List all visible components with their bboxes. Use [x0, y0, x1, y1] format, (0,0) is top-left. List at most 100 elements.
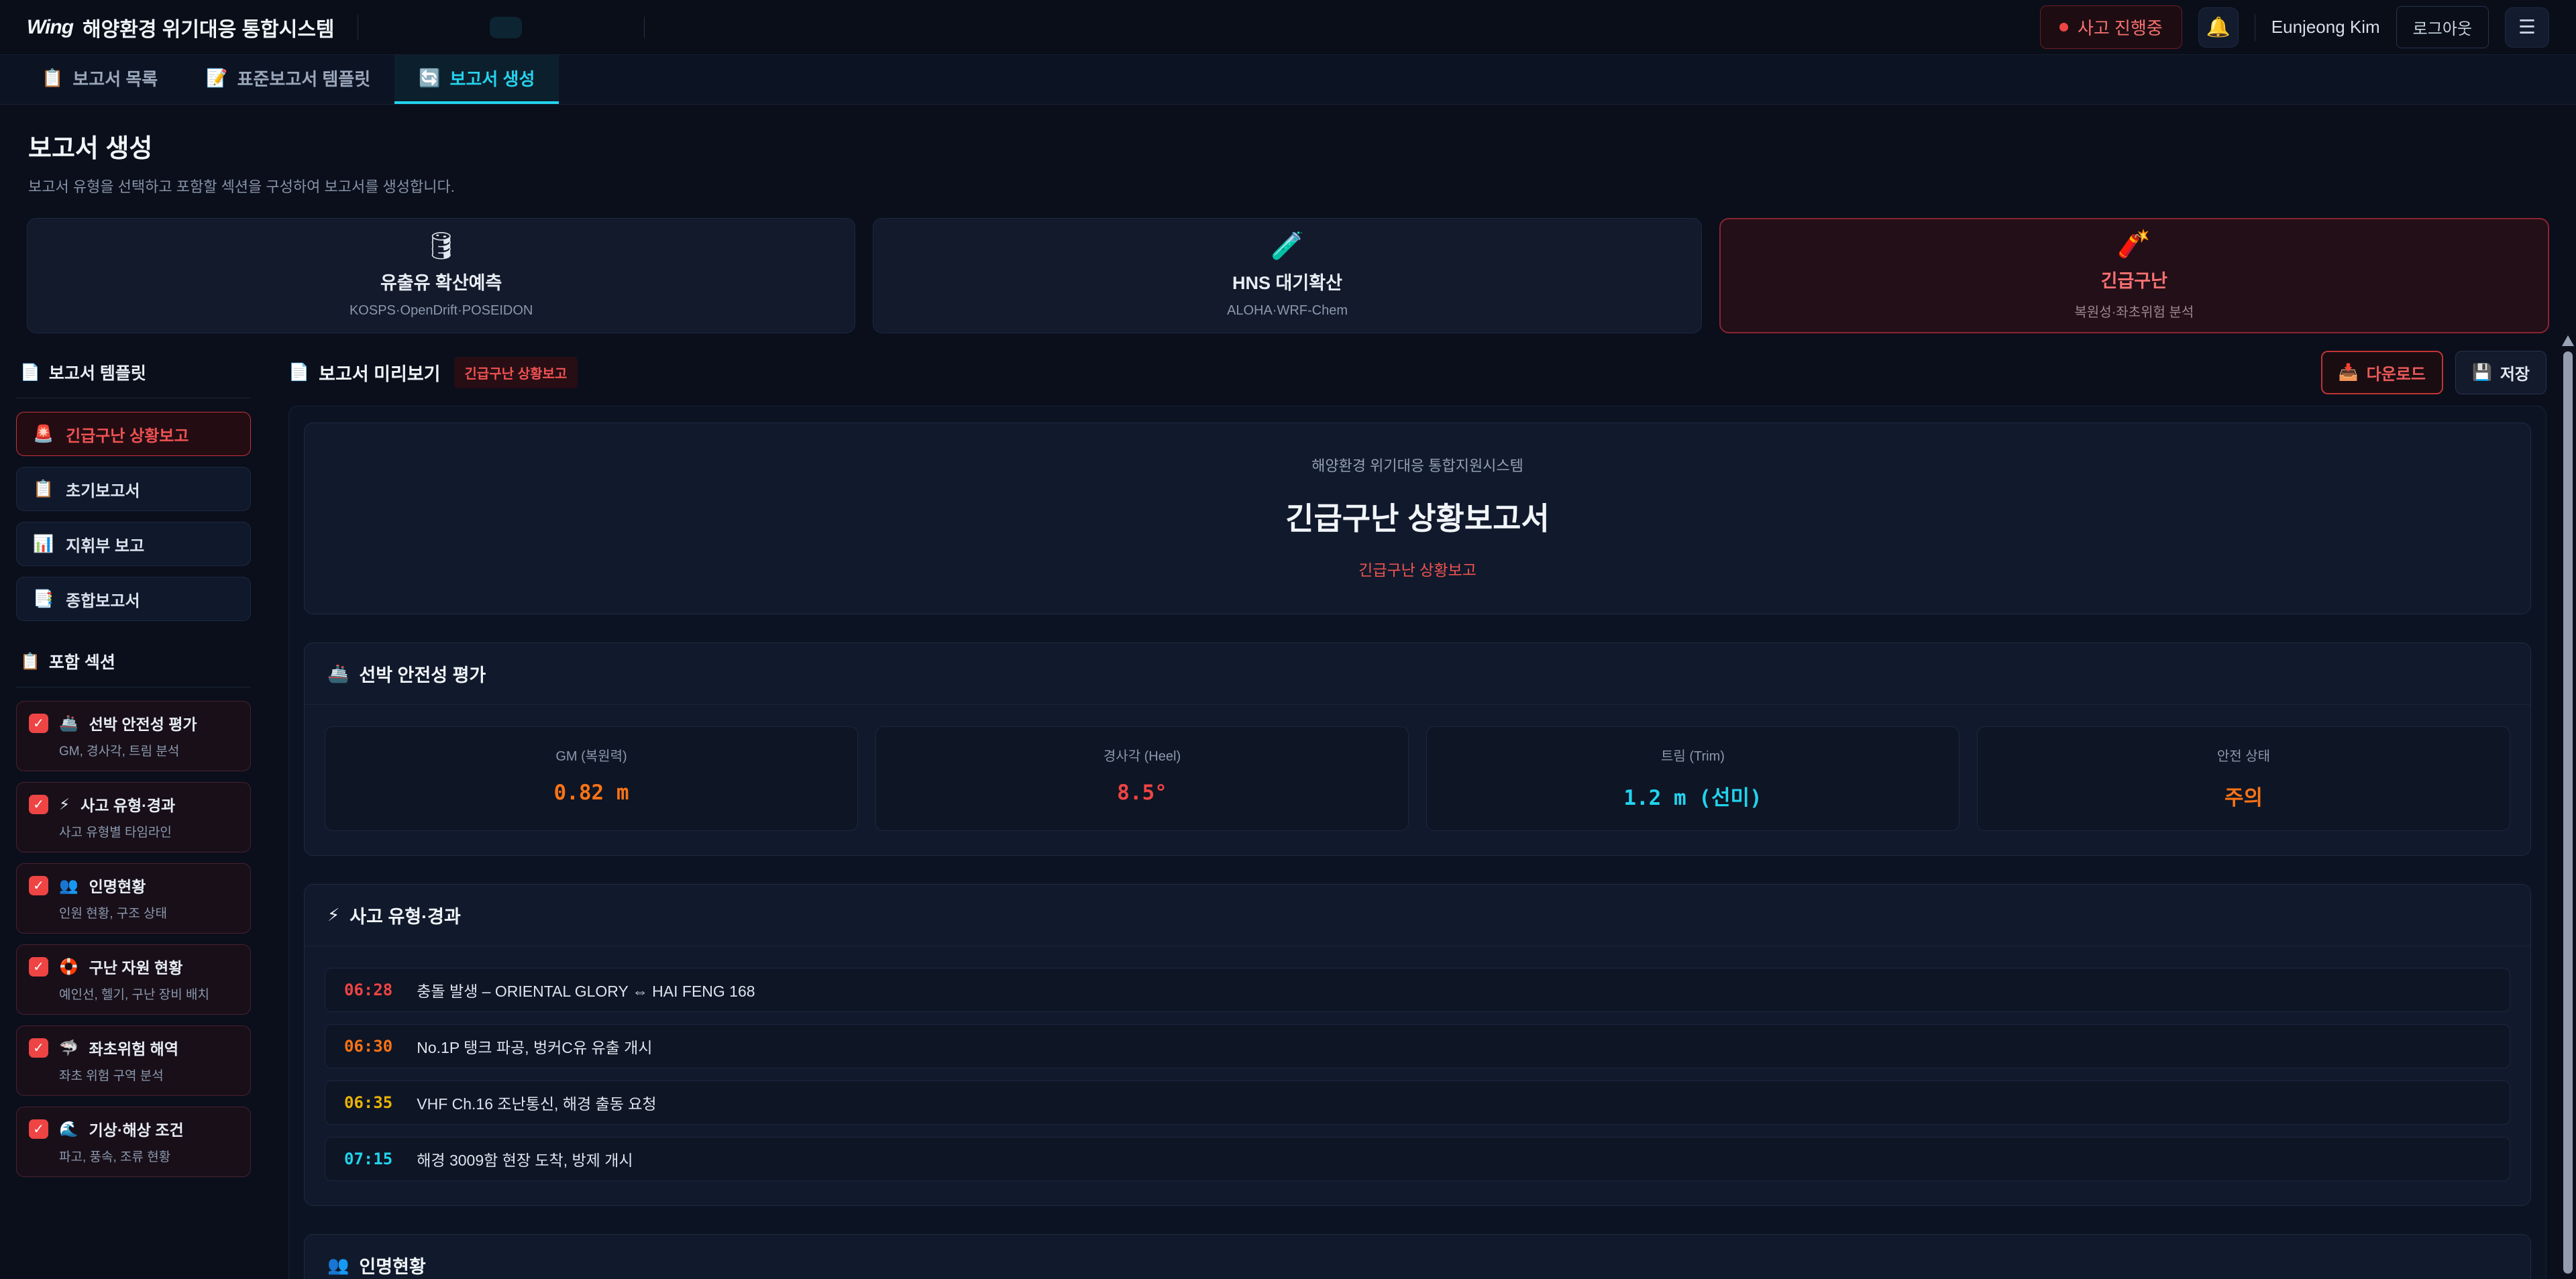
- section-checkbox[interactable]: ✓: [29, 795, 48, 814]
- nav-item[interactable]: [598, 17, 631, 38]
- section-checkbox[interactable]: ✓: [29, 1119, 48, 1139]
- nav-item[interactable]: [490, 17, 522, 38]
- template-item[interactable]: 📊 지휘부 보고: [16, 522, 251, 566]
- section-title: 좌초위험 해역: [89, 1036, 178, 1059]
- nav-item[interactable]: [453, 17, 486, 38]
- preview-actions: 📥 다운로드 💾 저장: [2321, 351, 2546, 394]
- section-row: ✓ ⚡ 사고 유형·경과: [29, 793, 238, 816]
- tab-item[interactable]: 📋 보고서 목록: [17, 55, 182, 104]
- tab-label: 보고서 목록: [72, 66, 158, 91]
- safety-stat-card: 트림 (Trim) 1.2 m (선미): [1426, 726, 1960, 831]
- stat-value: 8.5°: [876, 781, 1408, 805]
- app-logo: Wing 해양환경 위기대응 통합시스템: [27, 13, 335, 42]
- wing-logo-icon: Wing: [27, 16, 73, 39]
- template-item[interactable]: 📑 종합보고서: [16, 577, 251, 621]
- section-toggle-card[interactable]: ✓ 🦈 좌초위험 해역 좌초 위험 구역 분석: [16, 1025, 251, 1096]
- tab-item[interactable]: 🔄 보고서 생성: [394, 55, 559, 104]
- section-icon: 🛟: [59, 958, 78, 976]
- section-title: 인명현황: [89, 874, 146, 897]
- section-toggle-card[interactable]: ✓ 🛟 구난 자원 현황 예인선, 헬기, 구난 장비 배치: [16, 944, 251, 1015]
- casualty-section: 👥 인명현황 총원 25 명 구조완료 22: [304, 1234, 2531, 1279]
- preview-scrollbar[interactable]: [2562, 335, 2574, 1279]
- download-button[interactable]: 📥 다운로드: [2321, 351, 2443, 394]
- nav-right-cluster: 사고 진행중 🔔 Eunjeong Kim 로그아웃 ☰: [2040, 5, 2549, 49]
- section-icon: 👥: [59, 877, 78, 895]
- download-icon: 📥: [2339, 363, 2359, 382]
- section-title: 사고 유형·경과: [80, 793, 175, 816]
- incident-status-badge: 사고 진행중: [2040, 5, 2182, 49]
- preview-title: 보고서 미리보기: [319, 359, 440, 386]
- incident-dot-icon: [2059, 23, 2068, 32]
- preview-panel: 📄 보고서 미리보기 긴급구난 상황보고 📥 다운로드 💾 저장 해양환: [262, 351, 2576, 1279]
- scroll-up-arrow-icon[interactable]: [2562, 335, 2574, 346]
- report-type-title: 유출유 확산예측: [380, 268, 502, 294]
- stat-label: 트림 (Trim): [1427, 745, 1959, 765]
- section-checkbox[interactable]: ✓: [29, 714, 48, 733]
- event-time: 06:35: [344, 1093, 392, 1112]
- report-type-card[interactable]: 🧪 HNS 대기확산 ALOHA·WRF-Chem: [873, 218, 1701, 333]
- document-icon: 📄: [20, 363, 40, 382]
- safety-stat-card: 경사각 (Heel) 8.5°: [875, 726, 1409, 831]
- section-title: 선박 안전성 평가: [89, 712, 197, 734]
- template-list: 🚨 긴급구난 상황보고 📋 초기보고서 📊 지휘부 보고 📑 종합보고서: [16, 412, 251, 621]
- timeline-event: 06:35 VHF Ch.16 조난통신, 해경 출동 요청: [325, 1080, 2510, 1125]
- event-text: VHF Ch.16 조난통신, 해경 출동 요청: [417, 1091, 656, 1114]
- nav-item[interactable]: [526, 17, 558, 38]
- casualty-section-header: 👥 인명현황: [305, 1235, 2530, 1279]
- section-description: 예인선, 헬기, 구난 장비 배치: [59, 985, 238, 1003]
- notifications-button[interactable]: 🔔: [2198, 7, 2239, 48]
- section-icon: 🚢: [59, 714, 78, 732]
- safety-stat-card: GM (복원력) 0.82 m: [325, 726, 858, 831]
- lightning-icon: ⚡: [327, 905, 339, 926]
- section-toggle-card[interactable]: ✓ 🚢 선박 안전성 평가 GM, 경사각, 트림 분석: [16, 701, 251, 771]
- timeline-section-header: ⚡ 사고 유형·경과: [305, 885, 2530, 946]
- document-icon: 📄: [288, 363, 309, 382]
- save-label: 저장: [2500, 361, 2530, 384]
- clipboard-icon: 📋: [20, 652, 40, 671]
- nav-item[interactable]: [644, 17, 685, 38]
- section-checkbox[interactable]: ✓: [29, 1038, 48, 1058]
- logout-button[interactable]: 로그아웃: [2396, 6, 2489, 48]
- report-type-cards: 🛢 유출유 확산예측 KOSPS·OpenDrift·POSEIDON 🧪 HN…: [27, 218, 2549, 333]
- nav-item[interactable]: [381, 17, 413, 38]
- safety-section-header: 🚢 선박 안전성 평가: [305, 643, 2530, 705]
- download-label: 다운로드: [2367, 361, 2426, 384]
- template-label: 지휘부 보고: [66, 533, 144, 556]
- event-time: 06:30: [344, 1037, 392, 1056]
- safety-section-title: 선박 안전성 평가: [359, 661, 486, 687]
- nav-item[interactable]: [417, 17, 449, 38]
- event-text: 해경 3009함 현장 도착, 방제 개시: [417, 1148, 633, 1170]
- template-icon: 🚨: [33, 425, 54, 444]
- template-item[interactable]: 📋 초기보고서: [16, 467, 251, 511]
- tab-item[interactable]: 📝 표준보고서 템플릿: [182, 55, 394, 104]
- report-type-card[interactable]: 🛢 유출유 확산예측 KOSPS·OpenDrift·POSEIDON: [27, 218, 855, 333]
- template-item[interactable]: 🚨 긴급구난 상황보고: [16, 412, 251, 456]
- section-toggle-card[interactable]: ✓ 🌊 기상·해상 조건 파고, 풍속, 조류 현황: [16, 1107, 251, 1177]
- casualty-section-title: 인명현황: [359, 1252, 425, 1278]
- timeline-event: 07:15 해경 3009함 현장 도착, 방제 개시: [325, 1137, 2510, 1181]
- scrollbar-thumb[interactable]: [2563, 351, 2573, 1274]
- report-type-title: HNS 대기확산: [1232, 268, 1342, 294]
- section-toggle-card[interactable]: ✓ ⚡ 사고 유형·경과 사고 유형별 타임라인: [16, 782, 251, 852]
- section-description: 파고, 풍속, 조류 현황: [59, 1147, 238, 1165]
- templates-panel-header: 📄 보고서 템플릿: [16, 351, 251, 398]
- section-checkbox[interactable]: ✓: [29, 876, 48, 895]
- template-icon: 📑: [33, 590, 54, 609]
- event-text: 충돌 발생 – ORIENTAL GLORY ⇔ HAI FENG 168: [417, 979, 755, 1001]
- hamburger-menu-button[interactable]: ☰: [2505, 7, 2549, 48]
- template-icon: 📊: [33, 535, 54, 554]
- timeline-section-title: 사고 유형·경과: [350, 902, 461, 928]
- save-button[interactable]: 💾 저장: [2455, 351, 2546, 394]
- section-description: GM, 경사각, 트림 분석: [59, 741, 238, 759]
- report-type-card[interactable]: 🧨 긴급구난 복원성·좌초위험 분석: [1719, 218, 2549, 333]
- section-checkbox[interactable]: ✓: [29, 957, 48, 977]
- event-time: 06:28: [344, 981, 392, 999]
- section-row: ✓ 🌊 기상·해상 조건: [29, 1117, 238, 1140]
- section-toggle-card[interactable]: ✓ 👥 인명현황 인원 현황, 구조 상태: [16, 863, 251, 934]
- tab-icon: 📋: [42, 68, 63, 89]
- timeline-event: 06:28 충돌 발생 – ORIENTAL GLORY ⇔ HAI FENG …: [325, 968, 2510, 1012]
- stat-value: 주의: [1978, 781, 2510, 811]
- section-row: ✓ 🦈 좌초위험 해역: [29, 1036, 238, 1059]
- nav-item[interactable]: [562, 17, 594, 38]
- report-type-icon: 🧪: [1271, 233, 1304, 260]
